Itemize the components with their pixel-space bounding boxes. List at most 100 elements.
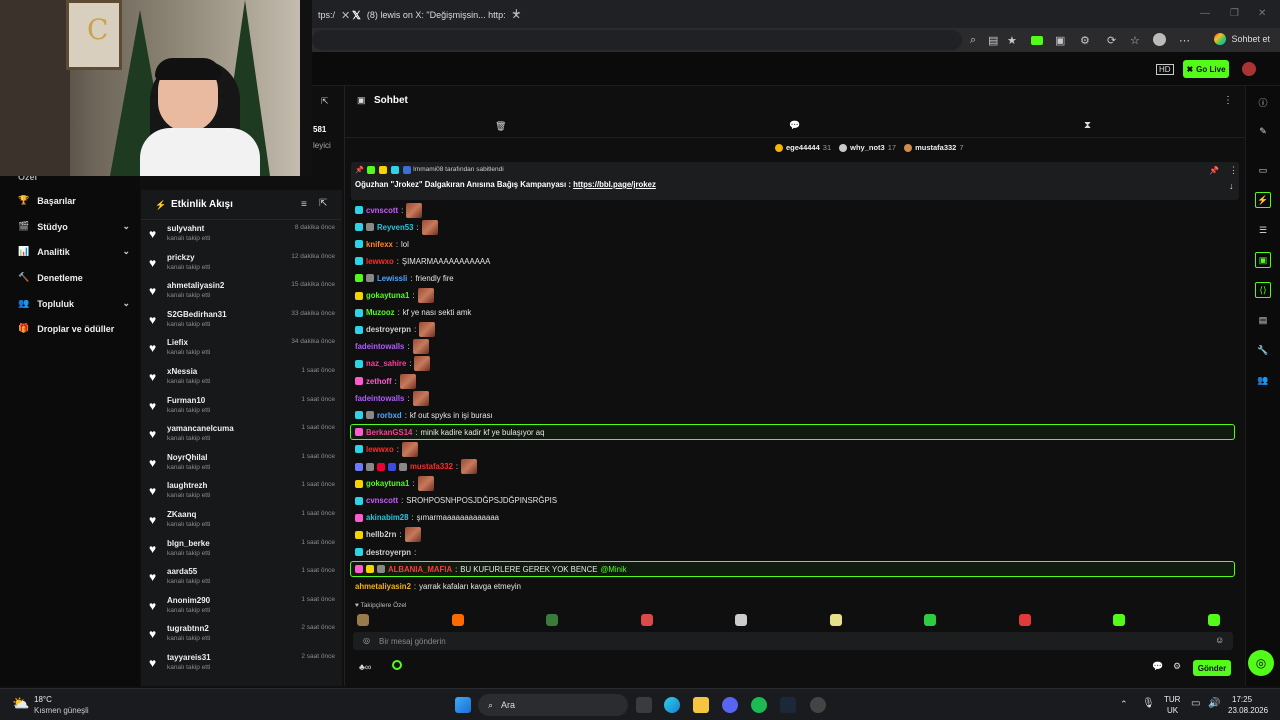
chat-message[interactable]: fadeintowalls:	[355, 390, 429, 406]
feed-item[interactable]: ♥ prickzy kanalı takip etti 12 dakika önce	[149, 253, 335, 281]
chat-message[interactable]: naz_sahire:	[355, 356, 431, 372]
chat-username[interactable]: gokaytuna1	[366, 479, 409, 488]
kick-extension-icon[interactable]	[1031, 36, 1043, 45]
emote-icon[interactable]	[451, 614, 464, 626]
chat-message[interactable]: ahmetaliyasin2: yarrak kafaları kavga etm…	[355, 578, 521, 594]
chat-message[interactable]: lewwxo:	[355, 441, 418, 457]
gear-icon[interactable]: ⚙	[1173, 661, 1181, 672]
chat-username[interactable]: cvnscott	[366, 496, 398, 505]
feed-item[interactable]: ♥ NoyrQhilal kanalı takip etti 1 saat önce	[149, 453, 335, 481]
emote-icon[interactable]	[1018, 614, 1031, 626]
chat-message[interactable]: akinabim28: şımarmaaaaaaaaaaaaa	[355, 510, 499, 526]
network-icon[interactable]: ▭	[1191, 698, 1200, 709]
feed-username[interactable]: aarda55	[167, 567, 197, 576]
reader-icon[interactable]: ▤	[988, 34, 998, 47]
leaderboard-entry[interactable]: why_not3 17	[839, 143, 896, 152]
chat-username[interactable]: knifexx	[366, 240, 393, 249]
unpin-icon[interactable]: 📌	[1209, 166, 1219, 175]
chat-username[interactable]: akinabim28	[366, 513, 408, 522]
chat-message[interactable]: rorbxd: kf out spyks in işi burası	[355, 407, 493, 423]
chat-bubble-icon[interactable]: 💬	[789, 120, 800, 131]
chat-username[interactable]: ALBANIA_MAFIA	[388, 565, 452, 574]
feed-item[interactable]: ♥ tugrabtnn2 kanalı takip etti 2 saat önce	[149, 624, 335, 652]
chat-input[interactable]: ◎ Bir mesaj gönderin ☺	[353, 632, 1233, 650]
group-icon[interactable]: 👥	[1255, 372, 1271, 388]
chat-message[interactable]: mustafa332:	[355, 459, 478, 475]
leaderboard-entry[interactable]: mustafa332 7	[904, 143, 964, 152]
windows-start-icon[interactable]	[455, 697, 471, 713]
sidebar-item-drops[interactable]: 🎁 Droplar ve ödüller	[18, 323, 130, 334]
chat-toggle-icon[interactable]: ▭	[1255, 162, 1271, 178]
chat-username[interactable]: mustafa332	[410, 462, 453, 471]
chat-mention[interactable]: @Minik	[600, 565, 626, 574]
sidebar-item-moderation[interactable]: 🔨 Denetleme	[18, 272, 130, 283]
studio-icon[interactable]: HD	[1156, 64, 1174, 75]
feed-item[interactable]: ♥ xNessia kanalı takip etti 1 saat önce	[149, 367, 335, 395]
chat-username[interactable]: lewwxo	[366, 445, 394, 454]
feed-item[interactable]: ♥ laughtrezh kanalı takip etti 1 saat önce	[149, 481, 335, 509]
chat-username[interactable]: BerkanGS14	[366, 428, 412, 437]
chat-username[interactable]: naz_sahire	[366, 359, 406, 368]
feed-username[interactable]: S2GBedirhan31	[167, 310, 227, 319]
bookmark-star-icon[interactable]: ★	[1007, 34, 1017, 47]
chat-message[interactable]: cvnscott: SROHPOSNHPOSJDĞPSJDĞPINSRĞPIS	[355, 493, 557, 509]
puzzle-icon[interactable]: ⚙	[1080, 34, 1090, 47]
new-tab-button[interactable]: +	[512, 5, 521, 22]
feed-item[interactable]: ♥ yamancanelcuma kanalı takip etti 1 saat ö…	[149, 424, 335, 452]
chat-message[interactable]: Reyven53:	[355, 219, 438, 235]
emote-icon[interactable]	[735, 614, 747, 626]
chat-username[interactable]: Reyven53	[377, 223, 413, 232]
browser-tab-2[interactable]: 𝕏 (8) lewis on X: "Değişmişsin... http: …	[346, 4, 527, 26]
chat-username[interactable]: destroyerpn	[366, 325, 411, 334]
code-icon[interactable]: ⟨⟩	[1255, 282, 1271, 298]
monitor-icon[interactable]: ▤	[1255, 312, 1271, 328]
chat-username[interactable]: fadeintowalls	[355, 394, 404, 403]
steam-icon[interactable]	[780, 697, 796, 713]
sync-icon[interactable]: ⟳	[1107, 34, 1116, 47]
favorites-icon[interactable]: ☆	[1130, 34, 1140, 47]
feed-item[interactable]: ♥ Liefix kanalı takip etti 34 dakika önce	[149, 338, 335, 366]
chat-username[interactable]: rorbxd	[377, 411, 402, 420]
go-live-button[interactable]: ✖ Go Live	[1183, 60, 1229, 78]
feed-username[interactable]: tayyareis31	[167, 653, 211, 662]
chat-message[interactable]: BerkanGS14: minik kadire kadir kf ye bula…	[355, 424, 544, 440]
chat-message[interactable]: destroyerpn:	[355, 544, 416, 560]
chat-message[interactable]: fadeintowalls:	[355, 339, 429, 355]
wrench-icon[interactable]: 🔧	[1255, 342, 1271, 358]
feed-item[interactable]: ♥ aarda55 kanalı takip etti 1 saat önce	[149, 567, 335, 595]
feed-item[interactable]: ♥ ahmetaliyasin2 kanalı takip etti 15 dakik…	[149, 281, 335, 309]
taskbar-search[interactable]: ⌕ Ara	[478, 694, 628, 716]
edit-icon[interactable]: ✎	[1255, 123, 1271, 139]
window-close-icon[interactable]: ✕	[1258, 8, 1266, 19]
trash-icon[interactable]: 🗑	[495, 121, 506, 132]
copilot-button[interactable]: Sohbet et	[1214, 33, 1270, 45]
address-bar[interactable]	[312, 30, 962, 50]
feed-username[interactable]: NoyrQhilal	[167, 453, 207, 462]
chat-message[interactable]: gokaytuna1:	[355, 476, 434, 492]
chat-message[interactable]: ALBANIA_MAFIA: BU KUFURLERE GEREK YOK BEN…	[355, 561, 627, 577]
feed-username[interactable]: blgn_berke	[167, 539, 210, 548]
chat-message[interactable]: zethoff:	[355, 373, 416, 389]
feed-item[interactable]: ♥ Furman10 kanalı takip etti 1 saat önce	[149, 396, 335, 424]
chat-username[interactable]: Lewissli	[377, 274, 407, 283]
lightning-icon[interactable]: ⚡	[1255, 192, 1271, 208]
message-icon[interactable]: ▣	[1255, 252, 1271, 268]
edge-icon[interactable]	[664, 697, 680, 713]
popout-icon[interactable]: ⇱	[319, 198, 327, 209]
zoom-icon[interactable]: ⌕	[970, 34, 976, 47]
info-icon[interactable]: ⓘ	[1255, 94, 1271, 110]
feed-username[interactable]: Liefix	[167, 338, 188, 347]
chat-message[interactable]: cvnscott:	[355, 202, 423, 218]
chat-message[interactable]: destroyerpn:	[355, 322, 436, 338]
list-icon[interactable]: ☰	[1255, 222, 1271, 238]
feed-username[interactable]: laughtrezh	[167, 481, 207, 490]
infinity-icon[interactable]: ♣∞	[359, 662, 371, 672]
folder-icon[interactable]	[693, 697, 709, 713]
emote-icon[interactable]	[924, 614, 936, 626]
clock-date[interactable]: 23.08.2026	[1228, 706, 1268, 715]
weather-text[interactable]: Kısmen güneşli	[34, 706, 89, 715]
discord-icon[interactable]	[722, 697, 738, 713]
sidebar-item-studio[interactable]: 🎬 Stüdyo ⌄	[18, 221, 130, 232]
emote-icon[interactable]	[357, 614, 369, 626]
chat-username[interactable]: cvnscott	[366, 206, 398, 215]
